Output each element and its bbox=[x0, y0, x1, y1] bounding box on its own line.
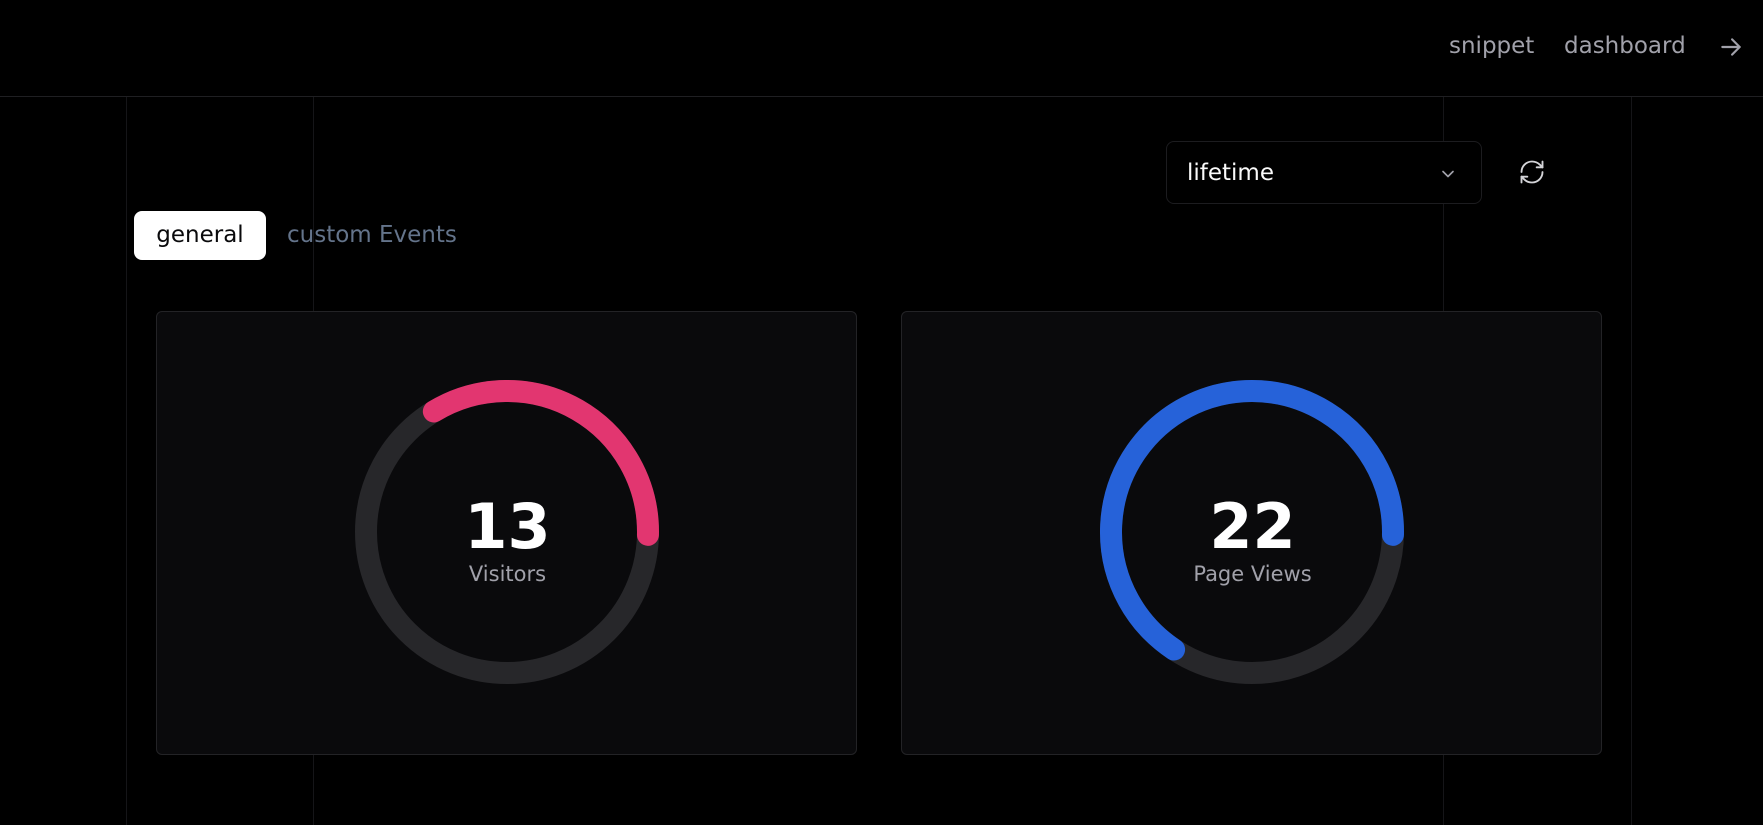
pageviews-card: 22 Page Views bbox=[901, 311, 1602, 755]
arrow-right-icon[interactable] bbox=[1718, 34, 1744, 60]
pageviews-label: Page Views bbox=[1193, 562, 1312, 586]
chevron-down-icon bbox=[1442, 170, 1454, 178]
period-select[interactable]: lifetime bbox=[1166, 141, 1482, 204]
pageviews-count: 22 bbox=[1209, 490, 1296, 563]
tab-general[interactable]: general bbox=[134, 211, 266, 260]
analytics-page: snippet dashboard lifetime general custo… bbox=[0, 0, 1763, 825]
period-select-value: lifetime bbox=[1187, 160, 1274, 186]
guide-line bbox=[1631, 97, 1632, 825]
tab-custom-events[interactable]: custom Events bbox=[287, 211, 457, 260]
nav-snippet-link[interactable]: snippet bbox=[1449, 30, 1534, 62]
visitors-count: 13 bbox=[464, 490, 551, 563]
top-navbar: snippet dashboard bbox=[0, 0, 1763, 97]
nav-dashboard-link[interactable]: dashboard bbox=[1564, 30, 1686, 62]
refresh-icon[interactable] bbox=[1518, 157, 1546, 187]
visitors-label: Visitors bbox=[468, 562, 547, 586]
visitors-card: 13 Visitors bbox=[156, 311, 857, 755]
guide-line bbox=[126, 97, 127, 825]
